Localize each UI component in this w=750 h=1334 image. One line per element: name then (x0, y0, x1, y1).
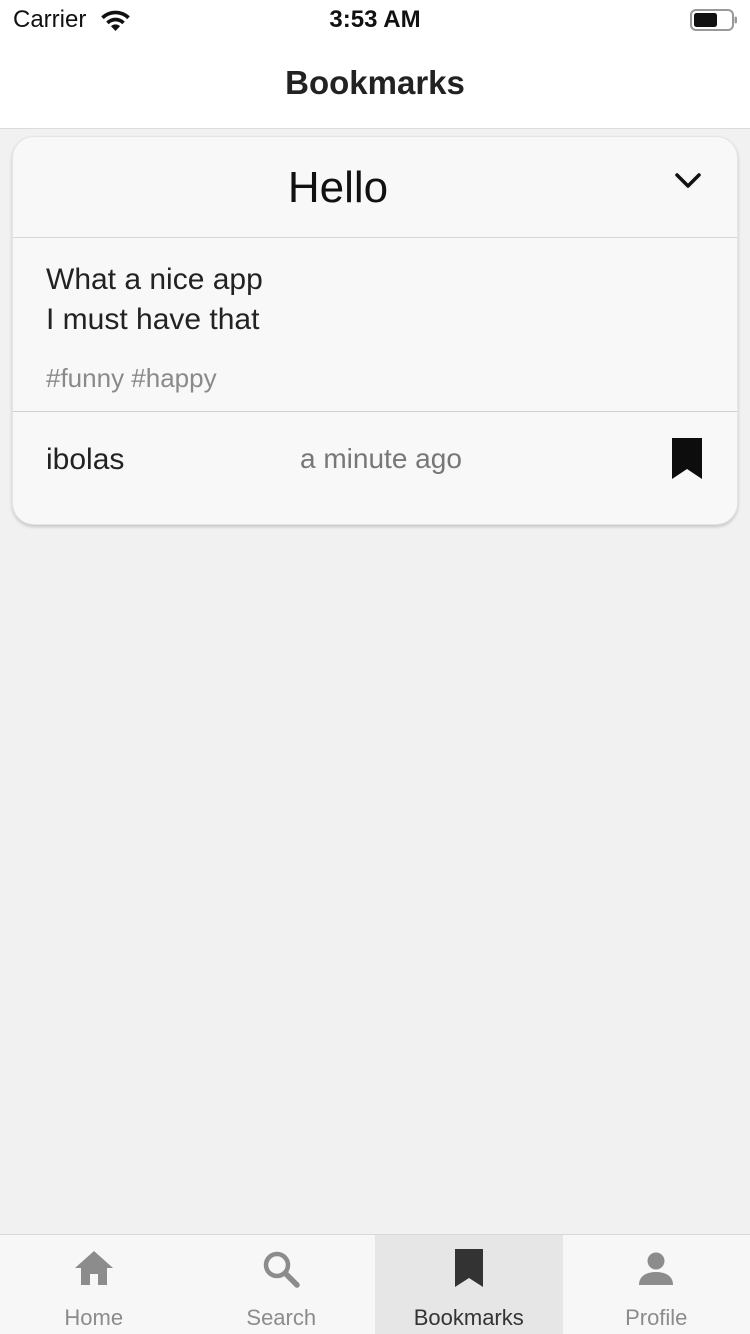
tab-home[interactable]: Home (0, 1235, 188, 1334)
tab-label: Search (246, 1305, 317, 1330)
nav-header: Bookmarks (0, 40, 750, 129)
post-timestamp: a minute ago (300, 443, 462, 474)
post-text-line: What a nice app (46, 263, 263, 296)
post-card-body: What a nice app I must have that #funny … (13, 239, 737, 412)
post-card-header[interactable]: Hello (13, 137, 737, 238)
bookmark-toggle-button[interactable] (669, 437, 705, 481)
page-title: Bookmarks (285, 64, 465, 101)
post-title: Hello (287, 163, 389, 212)
tab-label: Bookmarks (413, 1305, 524, 1330)
tab-bar: Home Search Bookmarks Profile (0, 1234, 750, 1334)
battery-icon (690, 9, 737, 31)
post-author: ibolas (46, 443, 125, 476)
tab-profile[interactable]: Profile (563, 1235, 750, 1334)
post-text-line: I must have that (46, 303, 260, 336)
tab-bookmarks[interactable]: Bookmarks (375, 1235, 563, 1334)
search-icon (264, 1251, 300, 1288)
home-icon (74, 1251, 113, 1285)
tab-label: Home (64, 1305, 124, 1330)
screen: Carrier 3:53 AM Bookmarks Hello What a n… (0, 0, 750, 1334)
tab-search[interactable]: Search (188, 1235, 376, 1334)
chevron-down-icon[interactable] (673, 171, 703, 191)
post-card[interactable]: Hello What a nice app I must have that #… (12, 136, 738, 525)
post-card-footer: ibolas a minute ago (13, 413, 737, 524)
clock-time: 3:53 AM (329, 6, 421, 33)
status-bar: Carrier 3:53 AM (0, 0, 750, 40)
post-tags: #funny #happy (46, 363, 217, 393)
bookmark-icon (454, 1249, 483, 1287)
profile-icon (639, 1252, 674, 1285)
tab-label: Profile (625, 1305, 688, 1330)
